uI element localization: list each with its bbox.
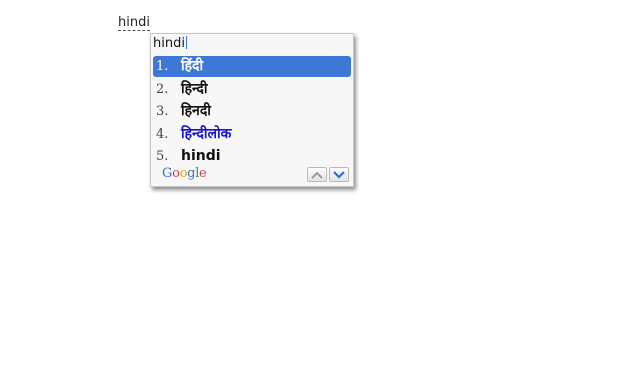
candidate-text: हिन्दीलोक	[181, 125, 232, 142]
logo-letter: g	[187, 166, 196, 181]
candidate-item[interactable]: 3. हिनदी	[153, 101, 351, 122]
page-controls	[307, 167, 349, 182]
candidate-number: 1.	[156, 59, 169, 74]
candidate-number: 4.	[156, 126, 169, 142]
chevron-up-icon	[311, 171, 323, 179]
typed-word: hindi	[118, 15, 150, 31]
candidate-text: हिंदी	[181, 58, 204, 74]
candidate-item[interactable]: 2. हिन्दी	[153, 79, 351, 100]
candidate-number: 2.	[156, 81, 169, 97]
candidate-text: हिनदी	[181, 103, 211, 119]
ime-candidate-popup: hindi 1. हिंदी 2. हिन्दी 3. हिनदी 4. हिन…	[150, 33, 354, 187]
previous-page-button[interactable]	[307, 167, 327, 182]
composition-field[interactable]: hindi	[153, 36, 187, 52]
candidate-text: हिन्दी	[181, 80, 208, 97]
popup-footer: Google	[151, 164, 353, 186]
chevron-down-icon	[333, 170, 345, 179]
candidate-number: 3.	[156, 104, 169, 119]
google-logo: Google	[162, 166, 207, 181]
candidate-item[interactable]: 4. हिन्दीलोक	[153, 124, 351, 145]
candidate-list: 1. हिंदी 2. हिन्दी 3. हिनदी 4. हिन्दीलोक…	[153, 56, 351, 169]
next-page-button[interactable]	[329, 167, 349, 182]
text-caret	[185, 36, 187, 49]
composition-text: hindi	[153, 36, 185, 51]
logo-letter: o	[172, 166, 180, 181]
logo-letter: e	[199, 166, 207, 181]
candidate-item[interactable]: 1. हिंदी	[153, 56, 351, 77]
logo-letter: G	[162, 166, 173, 181]
